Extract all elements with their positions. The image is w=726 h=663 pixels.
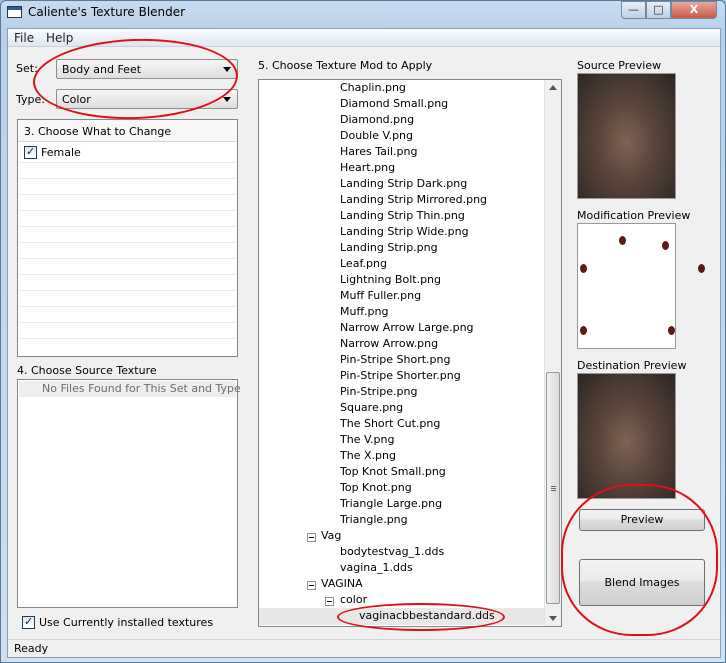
folder-vagina[interactable]: VAGINA: [321, 576, 363, 592]
file-item[interactable]: Double V.png: [340, 128, 413, 144]
file-item[interactable]: Landing Strip Mirrored.png: [340, 192, 487, 208]
menu-help[interactable]: Help: [46, 31, 73, 45]
collapse-color-icon[interactable]: [325, 597, 334, 606]
file-item[interactable]: Landing Strip Dark.png: [340, 176, 467, 192]
empty-message: No Files Found for This Set and Type: [42, 382, 241, 395]
file-item[interactable]: Landing Strip.png: [340, 240, 438, 256]
title-bar[interactable]: Caliente's Texture Blender — □ X: [1, 1, 725, 25]
file-item[interactable]: Pin-Stripe Short.png: [340, 352, 450, 368]
section5-title: 5. Choose Texture Mod to Apply: [258, 59, 433, 72]
status-text: Ready: [14, 642, 49, 655]
file-vag-1[interactable]: bodytestvag_1.dds: [340, 544, 444, 560]
section3-title: 3. Choose What to Change: [24, 125, 172, 138]
chevron-down-icon: [223, 97, 231, 102]
app-window-icon: [7, 6, 22, 18]
file-item[interactable]: Lightning Bolt.png: [340, 272, 441, 288]
modification-preview-label: Modification Preview: [577, 209, 691, 222]
file-item[interactable]: Pin-Stripe.png: [340, 384, 417, 400]
file-item[interactable]: Leaf.png: [340, 256, 387, 272]
folder-color[interactable]: color: [340, 592, 367, 608]
source-preview-image: [577, 73, 676, 199]
file-vag-2[interactable]: vagina_1.dds: [340, 560, 413, 576]
scroll-up-icon[interactable]: [549, 85, 557, 90]
file-item[interactable]: Top Knot.png: [340, 480, 412, 496]
destination-preview-image: [577, 373, 676, 499]
close-button[interactable]: X: [671, 1, 717, 19]
file-item[interactable]: Heart.png: [340, 160, 395, 176]
menu-file[interactable]: File: [14, 31, 34, 45]
female-label: Female: [41, 146, 81, 159]
destination-preview-label: Destination Preview: [577, 359, 687, 372]
female-checkbox[interactable]: [24, 144, 37, 160]
file-item[interactable]: Diamond.png: [340, 112, 414, 128]
file-item[interactable]: Landing Strip Wide.png: [340, 224, 469, 240]
texture-mod-tree[interactable]: Chaplin.png Diamond Small.png Diamond.png D…: [258, 79, 562, 627]
change-list-panel: 3. Choose What to Change Female: [17, 119, 238, 357]
file-item[interactable]: Chaplin.png: [340, 80, 406, 96]
scroll-down-icon[interactable]: [549, 616, 557, 621]
source-texture-list[interactable]: No Files Found for This Set and Type: [17, 379, 241, 608]
vertical-scrollbar[interactable]: [544, 80, 561, 626]
section4-title: 4. Choose Source Texture: [17, 364, 157, 377]
maximize-button[interactable]: □: [646, 1, 671, 19]
file-item[interactable]: Diamond Small.png: [340, 96, 448, 112]
file-item[interactable]: The X.png: [340, 448, 396, 464]
file-item[interactable]: Narrow Arrow.png: [340, 336, 438, 352]
modification-preview-image: [577, 223, 705, 349]
file-item[interactable]: Hares Tail.png: [340, 144, 417, 160]
annotation-circle-selected-file: [337, 603, 505, 631]
file-item[interactable]: Muff Fuller.png: [340, 288, 421, 304]
file-item[interactable]: The Short Cut.png: [340, 416, 440, 432]
file-item[interactable]: Triangle Large.png: [340, 496, 442, 512]
scroll-thumb[interactable]: [546, 372, 560, 604]
file-item[interactable]: Landing Strip Thin.png: [340, 208, 465, 224]
collapse-vag-icon[interactable]: [307, 533, 316, 542]
collapse-vagina-icon[interactable]: [307, 581, 316, 590]
file-item[interactable]: Top Knot Small.png: [340, 464, 446, 480]
minimize-button[interactable]: —: [621, 1, 646, 19]
file-item[interactable]: Triangle.png: [340, 512, 408, 528]
annotation-circle-buttons: [561, 484, 718, 636]
file-item[interactable]: Pin-Stripe Shorter.png: [340, 368, 461, 384]
file-item[interactable]: Muff.png: [340, 304, 388, 320]
source-preview-label: Source Preview: [577, 59, 662, 72]
file-item[interactable]: The V.png: [340, 432, 395, 448]
window-title: Caliente's Texture Blender: [28, 5, 186, 19]
folder-vag[interactable]: Vag: [321, 528, 341, 544]
file-item[interactable]: Narrow Arrow Large.png: [340, 320, 474, 336]
use-installed-checkbox[interactable]: [22, 614, 35, 630]
file-item[interactable]: Square.png: [340, 400, 403, 416]
app-window: Caliente's Texture Blender — □ X File He…: [0, 0, 726, 663]
use-installed-label: Use Currently installed textures: [39, 616, 214, 629]
status-bar: Ready: [8, 639, 720, 657]
